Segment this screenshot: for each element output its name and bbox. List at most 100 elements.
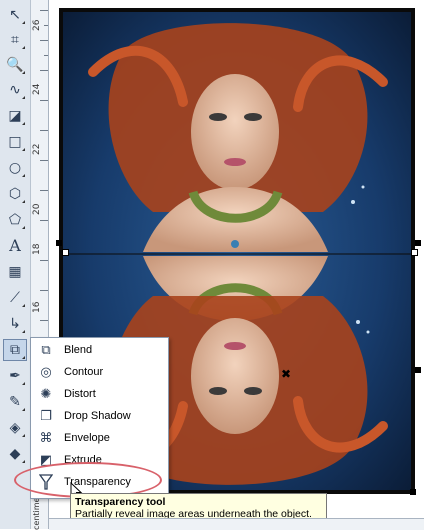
flyout-arrow-icon xyxy=(22,330,25,333)
ruler-tick xyxy=(40,260,48,261)
ruler-tick xyxy=(40,10,48,11)
ruler-label: 22 xyxy=(32,143,42,155)
crop-tool-button[interactable]: ⌗ xyxy=(3,29,27,51)
pick-icon: ↖ xyxy=(9,7,21,23)
ruler-tick xyxy=(44,25,48,26)
flyout-item-blend[interactable]: ⧉ Blend xyxy=(31,339,168,361)
flyout-item-envelope[interactable]: ⌘ Envelope xyxy=(31,427,168,449)
smart-fill-icon: ◪ xyxy=(8,108,22,124)
rotation-center-marker[interactable]: ✖ xyxy=(281,367,291,381)
text-icon: A xyxy=(9,236,21,255)
ruler-tick xyxy=(40,70,48,71)
flyout-item-distort[interactable]: ✺ Distort xyxy=(31,383,168,405)
ruler-tick xyxy=(40,220,48,221)
smart-fill-tool-button[interactable]: ◪ xyxy=(3,105,27,127)
ruler-tick xyxy=(40,100,48,101)
selection-handle[interactable] xyxy=(415,367,421,373)
flyout-item-label: Extrude xyxy=(64,454,102,466)
table-tool-button[interactable]: ▦ xyxy=(3,261,27,283)
envelope-icon: ⌘ xyxy=(39,430,53,446)
ruler-tick xyxy=(40,190,48,191)
connector-icon: ↳ xyxy=(9,316,21,332)
freehand-tool-button[interactable]: ∿ xyxy=(3,79,27,101)
ruler-label: 20 xyxy=(32,203,42,215)
ellipse-tool-button[interactable]: ○ xyxy=(3,157,27,179)
selection-handle[interactable] xyxy=(410,489,416,495)
flyout-arrow-icon xyxy=(22,71,25,74)
flyout-arrow-icon xyxy=(22,46,25,49)
flyout-arrow-icon xyxy=(22,226,25,229)
flyout-arrow-icon xyxy=(22,460,25,463)
flyout-item-contour[interactable]: ◎ Contour xyxy=(31,361,168,383)
basic-shapes-icon: ⬠ xyxy=(8,212,22,228)
ruler-tick xyxy=(40,290,48,291)
ruler-label: 24 xyxy=(32,83,42,95)
flyout-arrow-icon xyxy=(22,122,25,125)
flyout-arrow-icon xyxy=(22,356,25,359)
distort-icon: ✺ xyxy=(40,386,52,402)
toolbox: ↖ ⌗ 🔍 ∿ ◪ □ ○ ⬡ ⬠ A ▦ ⟋ ↳ ⧉ ✒ ✎ ◈ ◆ xyxy=(0,0,31,529)
flyout-item-label: Contour xyxy=(64,366,104,378)
eyedropper-tool-button[interactable]: ✒ xyxy=(3,365,27,387)
outline-pen-icon: ✎ xyxy=(9,394,21,410)
flyout-item-label: Envelope xyxy=(64,432,110,444)
ruler-tick xyxy=(40,160,48,161)
flyout-arrow-icon xyxy=(22,96,25,99)
horizontal-scrollbar[interactable] xyxy=(49,518,424,530)
flyout-arrow-icon xyxy=(22,434,25,437)
pick-tool-button[interactable]: ↖ xyxy=(3,4,27,26)
selection-handle[interactable] xyxy=(62,249,69,256)
dimension-tool-button[interactable]: ⟋ xyxy=(3,287,27,309)
polygon-tool-button[interactable]: ⬡ xyxy=(3,183,27,205)
flyout-arrow-icon xyxy=(22,304,25,307)
flyout-item-label: Distort xyxy=(64,388,96,400)
eyedropper-icon: ✒ xyxy=(9,368,21,384)
connector-tool-button[interactable]: ↳ xyxy=(3,313,27,335)
selection-handle[interactable] xyxy=(415,240,421,246)
fill-bucket-icon: ◈ xyxy=(9,420,21,436)
ellipse-icon: ○ xyxy=(8,160,22,176)
fill-tool-button[interactable]: ◈ xyxy=(3,417,27,439)
selection-handle[interactable] xyxy=(56,240,62,246)
flyout-item-transparency[interactable]: Transparency xyxy=(31,471,168,493)
selection-handle[interactable] xyxy=(411,249,418,256)
flyout-arrow-icon xyxy=(22,200,25,203)
table-icon: ▦ xyxy=(8,264,22,280)
contour-icon: ◎ xyxy=(40,364,52,380)
ruler-tick xyxy=(40,130,48,131)
flyout-item-extrude[interactable]: ◩ Extrude xyxy=(31,449,168,471)
interactive-tools-flyout: ⧉ Blend ◎ Contour ✺ Distort ❐ Drop Shado… xyxy=(30,337,169,499)
flyout-arrow-icon xyxy=(22,408,25,411)
interactive-fill-icon: ◆ xyxy=(9,446,21,462)
ruler-tick xyxy=(40,40,48,41)
flyout-arrow-icon xyxy=(22,148,25,151)
polygon-icon: ⬡ xyxy=(8,186,22,202)
basic-shapes-tool-button[interactable]: ⬠ xyxy=(3,209,27,231)
transparency-icon xyxy=(31,474,61,490)
dimension-icon: ⟋ xyxy=(10,290,20,306)
rectangle-icon: □ xyxy=(8,134,22,150)
flyout-item-label: Drop Shadow xyxy=(64,410,131,422)
freehand-icon: ∿ xyxy=(9,82,21,98)
ruler-label: 18 xyxy=(32,243,42,255)
zoom-tool-button[interactable]: 🔍 xyxy=(3,54,27,76)
interactive-fill-tool-button[interactable]: ◆ xyxy=(3,443,27,465)
flyout-arrow-icon xyxy=(22,382,25,385)
ruler-label: 16 xyxy=(32,301,42,313)
text-tool-button[interactable]: A xyxy=(3,235,27,257)
flyout-arrow-icon xyxy=(22,174,25,177)
rectangle-tool-button[interactable]: □ xyxy=(3,131,27,153)
extrude-icon: ◩ xyxy=(39,452,53,468)
tooltip-title: Transparency tool xyxy=(75,496,166,508)
flyout-item-label: Blend xyxy=(64,344,93,356)
crop-icon: ⌗ xyxy=(11,32,19,48)
ruler-tick xyxy=(44,55,48,56)
outline-tool-button[interactable]: ✎ xyxy=(3,391,27,413)
ruler-tick xyxy=(40,320,48,321)
drop-shadow-icon: ❐ xyxy=(40,408,52,424)
flyout-item-drop-shadow[interactable]: ❐ Drop Shadow xyxy=(31,405,168,427)
interactive-effects-tool-button[interactable]: ⧉ xyxy=(3,339,27,361)
blend-icon: ⧉ xyxy=(10,342,20,358)
zoom-icon: 🔍 xyxy=(6,57,24,73)
flyout-arrow-icon xyxy=(22,21,25,24)
